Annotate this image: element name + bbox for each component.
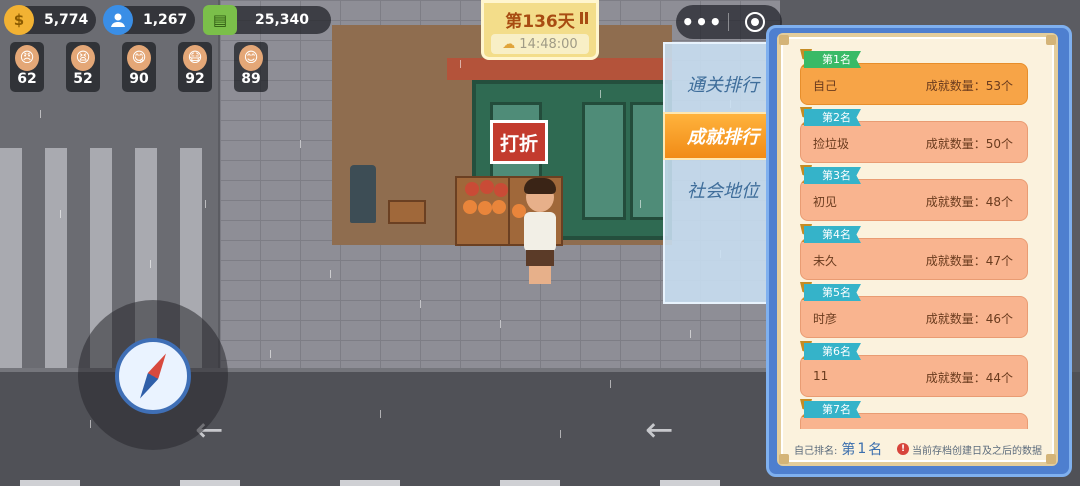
rain-cloud-icon: ☁ <box>502 36 516 52</box>
rank-badge: 第4名 <box>804 226 861 243</box>
cash-counter[interactable]: ▤ 25,340 <box>203 5 331 35</box>
data-notice: 当前存档创建日及之后的数据 <box>912 445 1042 457</box>
raindrop <box>270 350 271 358</box>
raindrop <box>600 90 601 98</box>
more-menu-icon[interactable]: ••• <box>676 5 728 39</box>
rank-badge: 第5名 <box>804 284 861 301</box>
tab-clear-ranking[interactable]: 通关排行 <box>663 60 783 108</box>
achievement-count: 成就数量：44个 <box>925 371 1013 385</box>
happy-face-icon: 😊 <box>239 45 263 71</box>
own-rank-prefix: 第 <box>841 442 856 458</box>
person-icon <box>103 5 133 35</box>
raindrop <box>330 270 331 278</box>
followers-value: 1,267 <box>143 12 188 28</box>
rank-badge: 第2名 <box>804 109 861 126</box>
achievement-count: 成就数量：46个 <box>925 312 1013 326</box>
player-character[interactable] <box>518 178 560 290</box>
raindrop <box>560 430 561 438</box>
sick-face-icon: 😷 <box>183 45 207 71</box>
tab-social-status[interactable]: 社会地位 <box>663 166 783 214</box>
raindrop <box>205 200 206 208</box>
cash-value: 25,340 <box>255 12 310 28</box>
own-rank-label: 自己排名: <box>794 445 838 457</box>
player-name: 捡垃圾 <box>813 137 850 151</box>
player-name: 11 <box>813 369 829 383</box>
stat-hunger[interactable]: 😋 90 <box>122 42 156 92</box>
raindrop <box>500 320 501 328</box>
raindrop <box>640 200 641 208</box>
rank-badge: 第7名 <box>804 401 861 418</box>
lane-marking <box>500 480 560 486</box>
list-item[interactable]: 时彦 成就数量：46个 第5名 <box>800 282 1028 338</box>
raindrop <box>460 60 461 68</box>
lane-marking <box>340 480 400 486</box>
raindrop <box>300 140 301 148</box>
list-item[interactable]: 11 成就数量：44个 第6名 <box>800 341 1028 397</box>
plant-crate <box>388 200 426 224</box>
time-value: 14:48:00 <box>519 36 578 52</box>
raindrop <box>420 300 421 308</box>
sale-sign: 打折 <box>490 120 548 164</box>
raindrop <box>690 330 691 338</box>
raindrop <box>380 410 381 418</box>
stat-fatigue[interactable]: 😫 52 <box>66 42 100 92</box>
gold-counter[interactable]: $ 5,774 <box>4 5 96 35</box>
stat-value: 89 <box>241 71 261 87</box>
tired-face-icon: 😫 <box>71 45 95 71</box>
raindrop <box>610 380 611 388</box>
lane-marking <box>180 480 240 486</box>
eating-face-icon: 😋 <box>127 45 151 71</box>
raindrop <box>150 260 151 268</box>
gold-coin-icon: $ <box>4 5 34 35</box>
achievement-count: 成就数量：47个 <box>925 254 1013 268</box>
list-item[interactable]: 初见 成就数量：48个 第3名 <box>800 165 1028 221</box>
own-rank-value: 1 <box>857 441 867 457</box>
stat-anger[interactable]: 😠 62 <box>10 42 44 92</box>
day-clock-card[interactable]: 第136天 ☁ 14:48:00 <box>481 0 599 60</box>
player-name: 未久 <box>813 254 838 268</box>
list-item[interactable]: 第7名 <box>800 399 1028 429</box>
raindrop <box>90 420 91 428</box>
gold-value: 5,774 <box>44 12 89 28</box>
stat-value: 90 <box>129 71 149 87</box>
rank-badge: 第6名 <box>804 343 861 360</box>
stat-value: 92 <box>185 71 205 87</box>
rank-badge: 第1名 <box>804 51 861 68</box>
list-item[interactable]: 自己 成就数量：53个 第1名 <box>800 49 1028 105</box>
stat-health[interactable]: 😷 92 <box>178 42 212 92</box>
game-time: ☁ 14:48:00 <box>491 34 589 54</box>
lane-marking <box>20 480 80 486</box>
rank-badge: 第3名 <box>804 167 861 184</box>
stat-value: 62 <box>17 71 37 87</box>
player-name: 时彦 <box>813 312 838 326</box>
raindrop <box>60 210 61 218</box>
pause-icon[interactable] <box>580 12 588 24</box>
own-rank-suffix: 名 <box>868 442 883 458</box>
ranking-list[interactable]: 自己 成就数量：53个 第1名 捡垃圾 成就数量：50个 第2名 初见 成就数量：48… <box>794 46 1040 429</box>
raindrop <box>40 110 41 118</box>
angry-face-icon: 😠 <box>15 45 39 71</box>
stat-value: 52 <box>73 71 93 87</box>
achievement-count: 成就数量：48个 <box>925 195 1013 209</box>
compass-icon[interactable] <box>115 338 191 414</box>
list-item[interactable]: 捡垃圾 成就数量：50个 第2名 <box>800 107 1028 163</box>
followers-counter[interactable]: 1,267 <box>103 5 195 35</box>
cash-stack-icon: ▤ <box>203 5 237 35</box>
tab-achievement-ranking[interactable]: 成就排行 <box>663 112 783 160</box>
player-name: 初见 <box>813 195 838 209</box>
info-icon: ! <box>897 443 909 455</box>
player-name: 自己 <box>813 79 838 93</box>
trash-bin <box>350 165 376 223</box>
list-item[interactable]: 未久 成就数量：47个 第4名 <box>800 224 1028 280</box>
ranking-footer: 自己排名: 第 1 名 ! 当前存档创建日及之后的数据 <box>794 440 1042 458</box>
road-arrow-left-icon: ← <box>645 410 674 450</box>
stat-mood[interactable]: 😊 89 <box>234 42 268 92</box>
achievement-count: 成就数量：53个 <box>925 79 1013 93</box>
achievement-count: 成就数量：50个 <box>925 137 1013 151</box>
lane-marking <box>660 480 720 486</box>
